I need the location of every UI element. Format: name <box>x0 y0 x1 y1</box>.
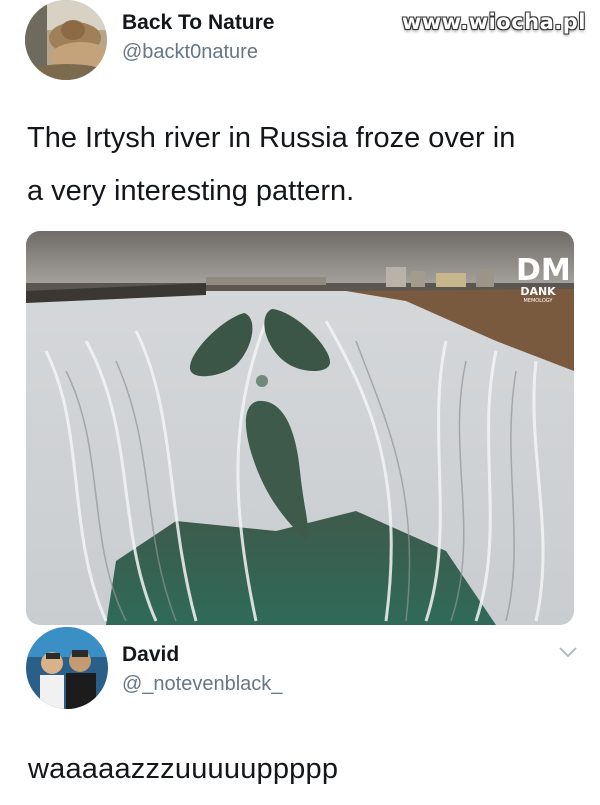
logo-subtext: MEMOLOGY <box>523 298 553 304</box>
reply-text: waaaaazzzuuuuuppppp <box>28 753 339 785</box>
chevron-down-icon[interactable] <box>558 645 578 658</box>
tweet-text-line: The Irtysh river in Russia froze over in <box>27 122 516 154</box>
author-name[interactable]: David <box>122 643 179 667</box>
tweet-text: The Irtysh river in Russia froze over in… <box>27 112 587 218</box>
frozen-river-photo <box>26 231 574 625</box>
author-name[interactable]: Back To Nature <box>122 11 275 35</box>
logo-text: DANK <box>520 285 556 298</box>
logo-mark: DM <box>516 253 571 288</box>
avatar[interactable] <box>26 627 108 709</box>
watermark: www.wiocha.pl <box>401 10 586 34</box>
avatar[interactable] <box>25 0 107 80</box>
profile-photo-icon <box>26 627 108 709</box>
photo-logo: DM DANK MEMOLOGY <box>516 253 571 306</box>
profile-photo-icon <box>25 0 107 80</box>
author-handle[interactable]: @backt0nature <box>122 41 258 64</box>
tweet-text-line: a very interesting pattern. <box>27 175 355 207</box>
tweet-photo[interactable]: DM DANK MEMOLOGY <box>26 231 574 625</box>
author-handle[interactable]: @_notevenblack_ <box>122 673 282 696</box>
